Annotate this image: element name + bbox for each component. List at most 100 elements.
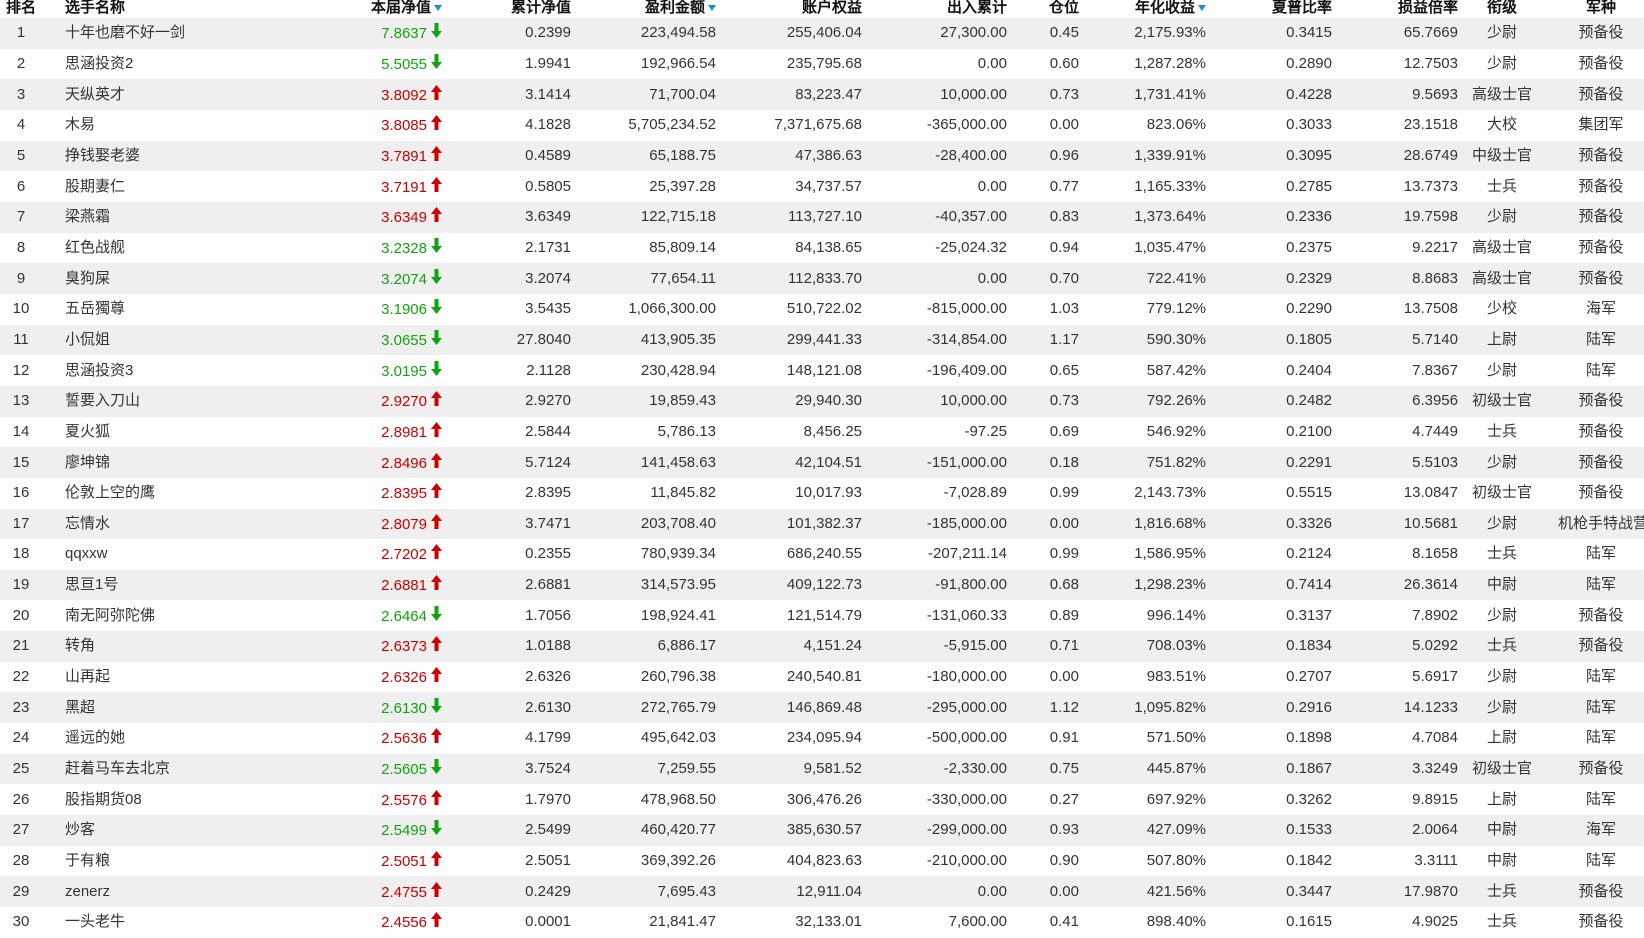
player-name-link[interactable]: 梁燕霜 xyxy=(42,208,300,226)
sort-down-icon[interactable] xyxy=(1198,5,1206,12)
current-nav-cell: 2.4556 xyxy=(300,912,448,932)
player-name-link[interactable]: 五岳獨尊 xyxy=(42,300,300,318)
current-nav-value: 3.8092 xyxy=(381,86,427,104)
player-name-link[interactable]: 誓要入刀山 xyxy=(42,392,300,410)
cumulative-nav-cell: 2.5051 xyxy=(525,852,571,870)
account-equity-cell: 84,138.65 xyxy=(795,238,862,256)
sort-down-icon[interactable] xyxy=(708,5,716,12)
player-name-link[interactable]: 木易 xyxy=(42,116,300,134)
table-row: 15 廖坤锦 2.8496 5.7124 141,458.63 42,104.51 -151… xyxy=(0,447,1644,478)
current-nav-cell: 2.5051 xyxy=(300,851,448,871)
profit-amount-cell: 5,786.13 xyxy=(657,422,716,440)
rank-title-cell: 士兵 xyxy=(1486,637,1517,655)
player-name-link[interactable]: 夏火狐 xyxy=(42,423,300,441)
player-name-link[interactable]: 思亘1号 xyxy=(42,576,300,594)
account-equity-cell: 510,722.02 xyxy=(786,300,862,318)
rank-title-cell: 少尉 xyxy=(1486,361,1517,379)
annualized-return-cell: 722.41% xyxy=(1146,269,1206,287)
header-current-nav[interactable]: 本届净值 xyxy=(300,0,448,16)
rank-title-cell: 初级士官 xyxy=(1471,760,1532,778)
player-name-link[interactable]: 股指期货08 xyxy=(42,791,300,809)
player-name-link[interactable]: 遥远的她 xyxy=(42,729,300,747)
sharpe-ratio-cell: 0.2785 xyxy=(1286,177,1332,195)
account-equity-cell: 235,795.68 xyxy=(786,54,862,72)
profit-loss-ratio-cell: 8.1658 xyxy=(1412,545,1458,563)
profit-loss-ratio-cell: 9.5693 xyxy=(1412,85,1458,103)
rank-cell: 22 xyxy=(12,668,30,686)
rank-cell: 23 xyxy=(12,698,30,716)
annualized-return-cell: 2,143.73% xyxy=(1134,484,1206,502)
net-inflow-cell: -28,400.00 xyxy=(935,146,1007,164)
player-name-link[interactable]: 红色战舰 xyxy=(42,239,300,257)
current-nav-cell: 2.5605 xyxy=(300,759,448,779)
arrow-up-icon xyxy=(431,145,442,161)
player-name-link[interactable]: qqxxw xyxy=(42,545,300,563)
player-name-link[interactable]: 思涵投资3 xyxy=(42,362,300,380)
player-name-link[interactable]: 臭狗屎 xyxy=(42,270,300,288)
player-name-link[interactable]: 股期妻仁 xyxy=(42,178,300,196)
position-ratio-cell: 0.41 xyxy=(1049,913,1079,931)
current-nav-cell: 2.9270 xyxy=(300,391,448,411)
rank-cell: 6 xyxy=(16,177,26,195)
rank-cell: 7 xyxy=(16,208,26,226)
current-nav-cell: 3.2328 xyxy=(300,237,448,258)
sharpe-ratio-cell: 0.2336 xyxy=(1286,208,1332,226)
header-annualized-return[interactable]: 年化收益 xyxy=(1083,0,1210,16)
rank-cell: 13 xyxy=(12,392,30,410)
player-name-link[interactable]: 十年也磨不好一剑 xyxy=(42,24,300,42)
arrow-down-icon xyxy=(431,23,442,39)
header-cumulative-nav: 累计净值 xyxy=(448,0,576,16)
cumulative-nav-cell: 3.7524 xyxy=(525,760,571,778)
profit-amount-cell: 122,715.18 xyxy=(640,208,716,226)
current-nav-value: 7.8637 xyxy=(381,25,427,43)
profit-amount-cell: 223,494.58 xyxy=(640,24,716,42)
account-equity-cell: 83,223.47 xyxy=(795,85,862,103)
player-name-link[interactable]: 思涵投资2 xyxy=(42,55,300,73)
cumulative-nav-cell: 0.4589 xyxy=(525,146,571,164)
account-equity-cell: 234,095.94 xyxy=(786,729,862,747)
arrow-down-icon xyxy=(431,820,442,836)
annualized-return-cell: 571.50% xyxy=(1146,729,1206,747)
arrow-down-icon xyxy=(431,697,442,713)
current-nav-cell: 3.2074 xyxy=(300,268,448,289)
rank-cell: 30 xyxy=(12,913,30,931)
player-name-link[interactable]: 于有粮 xyxy=(42,852,300,870)
player-name-link[interactable]: 赶着马车去北京 xyxy=(42,760,300,778)
net-inflow-cell: 0.00 xyxy=(977,54,1007,72)
player-name-link[interactable]: 南无阿弥陀佛 xyxy=(42,607,300,625)
rank-title-cell: 少尉 xyxy=(1486,606,1517,624)
position-ratio-cell: 0.99 xyxy=(1049,545,1079,563)
profit-amount-cell: 198,924.41 xyxy=(640,606,716,624)
profit-amount-cell: 5,705,234.52 xyxy=(628,116,716,134)
player-name-link[interactable]: 伦敦上空的鹰 xyxy=(42,484,300,502)
rank-cell: 25 xyxy=(12,760,30,778)
current-nav-value: 2.7202 xyxy=(381,546,427,564)
net-inflow-cell: -210,000.00 xyxy=(926,852,1007,870)
account-equity-cell: 7,371,675.68 xyxy=(774,116,862,134)
player-name-link[interactable]: 一头老牛 xyxy=(42,913,300,931)
player-name-link[interactable]: 小侃姐 xyxy=(42,331,300,349)
player-name-link[interactable]: 黑超 xyxy=(42,699,300,717)
annualized-return-cell: 779.12% xyxy=(1146,300,1206,318)
player-name-link[interactable]: 挣钱娶老婆 xyxy=(42,147,300,165)
annualized-return-cell: 1,339.91% xyxy=(1134,146,1206,164)
player-name-link[interactable]: zenerz xyxy=(42,883,300,901)
arrow-up-icon xyxy=(431,207,442,223)
arrow-up-icon xyxy=(431,391,442,407)
position-ratio-cell: 0.00 xyxy=(1049,668,1079,686)
cumulative-nav-cell: 1.7970 xyxy=(525,790,571,808)
table-row: 3 天纵英才 3.8092 3.1414 71,700.04 83,223.47 10,00… xyxy=(0,79,1644,110)
player-name-link[interactable]: 忘情水 xyxy=(42,515,300,533)
account-equity-cell: 42,104.51 xyxy=(795,453,862,471)
sort-down-icon[interactable] xyxy=(434,5,442,12)
player-name-link[interactable]: 山再起 xyxy=(42,668,300,686)
ranking-table: 排名 选手名称 本届净值 累计净值 盈利金额 账户权益 出入累计 仓位 年化收益… xyxy=(0,0,1644,938)
player-name-link[interactable]: 天纵英才 xyxy=(42,86,300,104)
account-equity-cell: 121,514.79 xyxy=(786,606,862,624)
header-profit-amount[interactable]: 盈利金额 xyxy=(576,0,720,16)
player-name-link[interactable]: 廖坤锦 xyxy=(42,454,300,472)
player-name-link[interactable]: 炒客 xyxy=(42,821,300,839)
player-name-link[interactable]: 转角 xyxy=(42,637,300,655)
cumulative-nav-cell: 27.8040 xyxy=(516,330,571,348)
rank-cell: 9 xyxy=(16,269,26,287)
